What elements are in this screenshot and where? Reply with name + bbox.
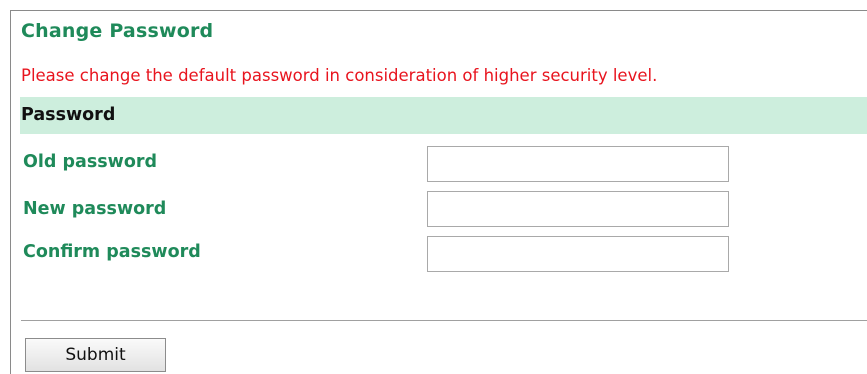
old-password-field[interactable]: [427, 146, 729, 182]
old-password-label: Old password: [23, 152, 158, 172]
section-header-band: [20, 97, 867, 134]
new-password-field[interactable]: [427, 191, 729, 227]
page-title: Change Password: [21, 20, 214, 42]
form-divider: [21, 320, 867, 321]
confirm-password-label: Confirm password: [23, 242, 201, 262]
new-password-label: New password: [23, 199, 167, 219]
section-title: Password: [21, 105, 116, 125]
change-password-panel: Change Password Please change the defaul…: [10, 10, 867, 374]
submit-button[interactable]: Submit: [25, 338, 166, 372]
confirm-password-field[interactable]: [427, 236, 729, 272]
security-warning-text: Please change the default password in co…: [21, 66, 658, 85]
